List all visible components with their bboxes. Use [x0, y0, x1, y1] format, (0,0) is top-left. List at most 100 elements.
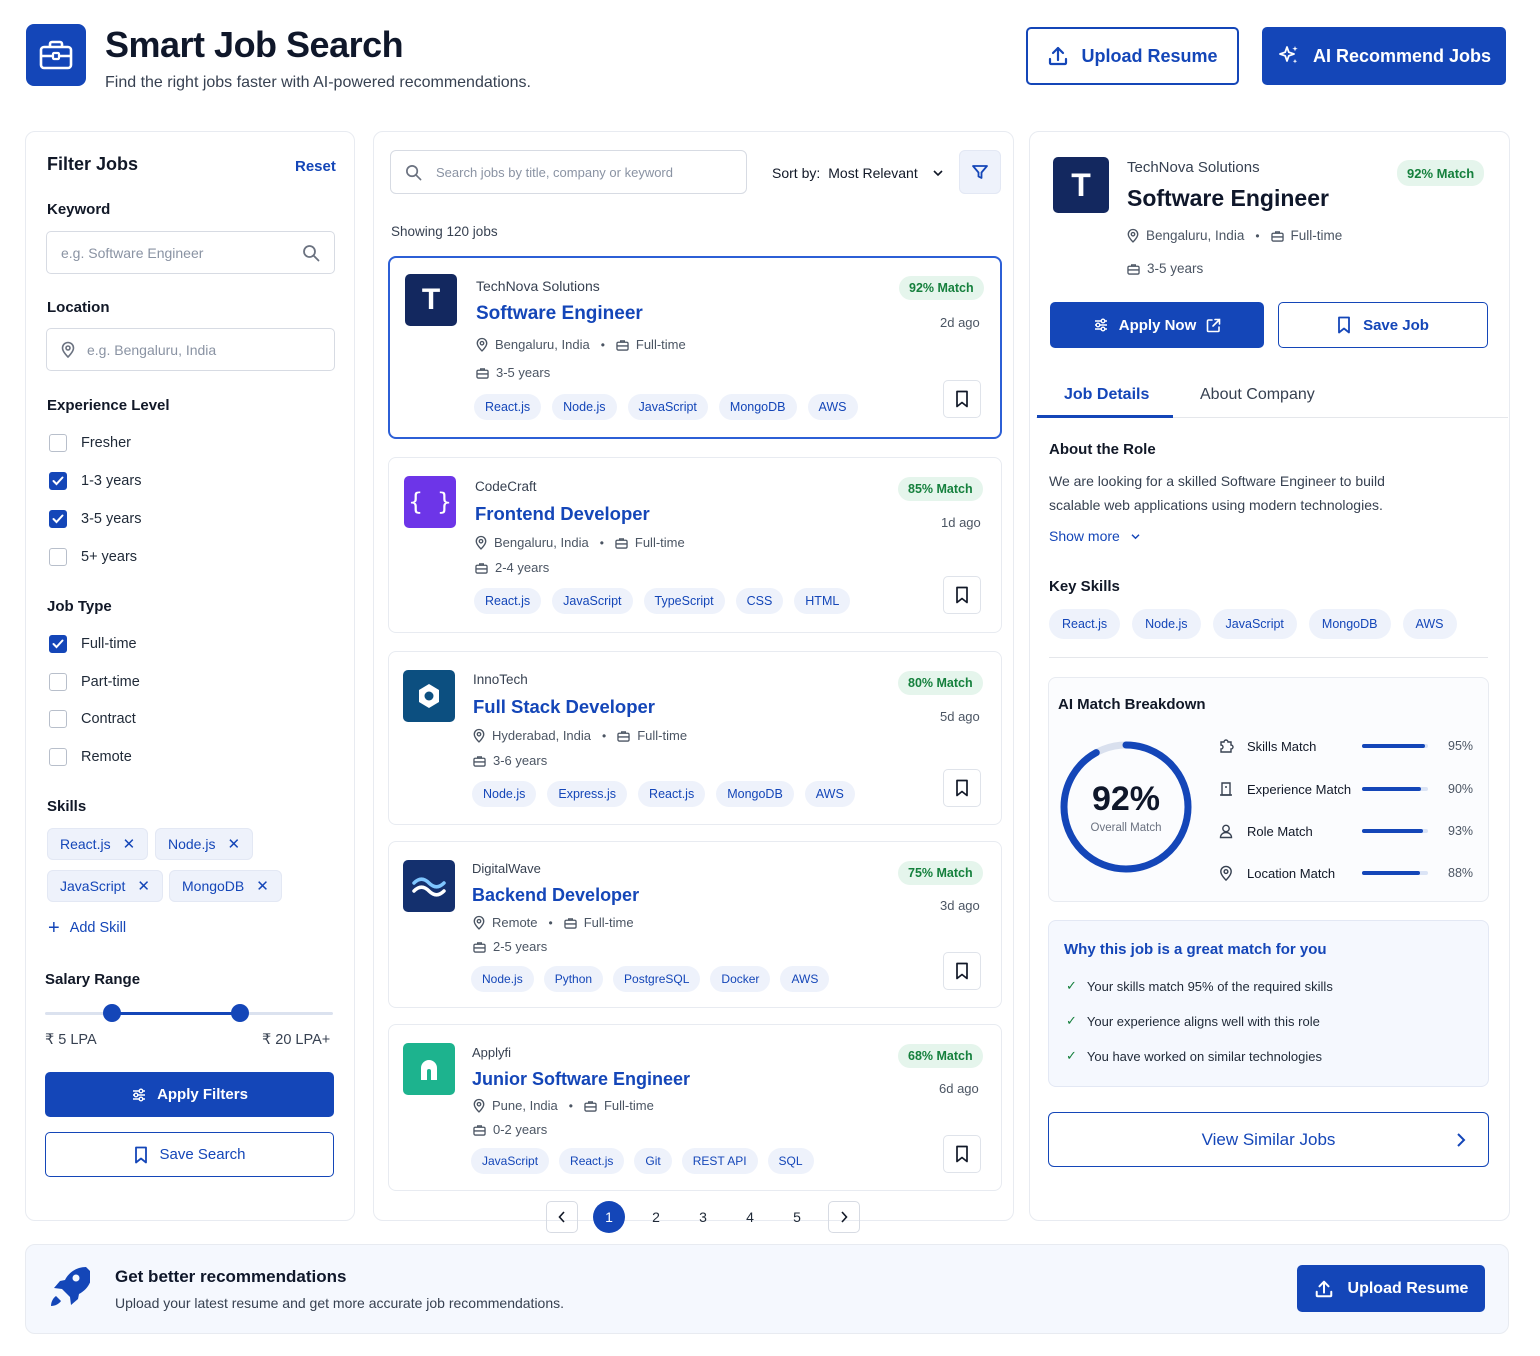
ai-recommend-button[interactable]: AI Recommend Jobs — [1262, 27, 1506, 85]
checkbox[interactable] — [49, 548, 67, 566]
remove-icon[interactable]: ✕ — [227, 835, 240, 853]
company-logo: { } — [404, 476, 456, 528]
plus-icon: + — [48, 917, 60, 939]
page-button-5[interactable]: 5 — [781, 1201, 813, 1233]
pagination: 1 2 3 4 5 — [546, 1201, 860, 1233]
banner-upload-resume-button[interactable]: Upload Resume — [1297, 1265, 1485, 1312]
upload-resume-button[interactable]: Upload Resume — [1026, 27, 1239, 85]
briefcase-icon — [473, 1124, 486, 1136]
next-page-button[interactable] — [828, 1201, 860, 1233]
check-icon — [52, 639, 64, 649]
salary-min-handle[interactable] — [103, 1004, 121, 1022]
job-title[interactable]: Full Stack Developer — [473, 696, 655, 718]
keyword-placeholder: e.g. Software Engineer — [61, 244, 204, 261]
company-logo: T — [405, 274, 457, 326]
show-more-link[interactable]: Show more — [1049, 528, 1141, 544]
job-experience: 3-5 years — [476, 365, 550, 380]
bookmark-icon — [134, 1146, 147, 1163]
external-link-icon — [1206, 318, 1221, 332]
job-experience: 2-5 years — [473, 939, 547, 954]
job-search-input[interactable]: Search jobs by title, company or keyword — [390, 150, 747, 194]
progress-bar — [1362, 787, 1428, 791]
apply-filters-button[interactable]: Apply Filters — [45, 1072, 334, 1117]
job-title[interactable]: Frontend Developer — [475, 503, 650, 525]
checkbox[interactable] — [49, 747, 67, 766]
chevron-left-icon — [558, 1211, 565, 1223]
filter-toggle-button[interactable] — [959, 150, 1001, 194]
tag: AWS — [780, 966, 830, 992]
tab-about-company[interactable]: About Company — [1200, 386, 1315, 404]
apply-now-button[interactable]: Apply Now — [1050, 302, 1264, 348]
pin-icon — [1220, 865, 1232, 881]
page-button-2[interactable]: 2 — [640, 1201, 672, 1233]
keyword-input[interactable]: e.g. Software Engineer — [46, 231, 335, 274]
progress-bar — [1362, 871, 1428, 875]
jobtype-option-contract[interactable]: Contract — [49, 710, 140, 728]
save-search-button[interactable]: Save Search — [45, 1132, 334, 1177]
skill-chip: JavaScript ✕ — [47, 870, 163, 902]
detail-company-name: TechNova Solutions — [1127, 159, 1260, 176]
view-similar-jobs-button[interactable]: View Similar Jobs — [1048, 1112, 1489, 1167]
job-title[interactable]: Backend Developer — [472, 885, 639, 906]
jobtype-option-fulltime[interactable]: Full-time — [49, 635, 140, 653]
checkbox-checked[interactable] — [49, 635, 67, 653]
bookmark-button[interactable] — [943, 769, 981, 807]
location-input[interactable]: e.g. Bengaluru, India — [46, 328, 335, 371]
save-job-button[interactable]: Save Job — [1278, 302, 1488, 348]
page-button-3[interactable]: 3 — [687, 1201, 719, 1233]
remove-icon[interactable]: ✕ — [256, 877, 269, 895]
salary-max-handle[interactable] — [231, 1004, 249, 1022]
wave-icon — [412, 877, 446, 897]
experience-option-3-5[interactable]: 3-5 years — [49, 510, 141, 528]
job-experience: 0-2 years — [473, 1122, 547, 1137]
chevron-right-icon — [1457, 1133, 1466, 1147]
experience-option-fresher[interactable]: Fresher — [49, 434, 141, 452]
reset-link[interactable]: Reset — [295, 158, 336, 175]
job-experience: 2-4 years — [475, 560, 549, 575]
bookmark-button[interactable] — [943, 952, 981, 990]
checkbox[interactable] — [49, 672, 67, 691]
jobtype-option-remote[interactable]: Remote — [49, 747, 140, 766]
remove-icon[interactable]: ✕ — [137, 877, 150, 895]
sort-label: Sort by: — [772, 165, 821, 181]
tag: PostgreSQL — [613, 966, 701, 992]
page-button-1[interactable]: 1 — [593, 1201, 625, 1233]
remove-icon[interactable]: ✕ — [123, 835, 136, 853]
prev-page-button[interactable] — [546, 1201, 578, 1233]
experience-options: Fresher 1-3 years 3-5 years 5+ years — [49, 434, 141, 566]
job-tags: JavaScript React.js Git REST API SQL — [471, 1148, 814, 1174]
add-skill-button[interactable]: + Add Skill — [48, 917, 126, 939]
key-skills-heading: Key Skills — [1049, 578, 1120, 595]
job-title[interactable]: Junior Software Engineer — [472, 1069, 690, 1090]
tag: React.js — [474, 394, 542, 420]
job-title[interactable]: Software Engineer — [476, 303, 643, 325]
tag: AWS — [804, 781, 855, 807]
tag: React.js — [474, 588, 542, 614]
tag: React.js — [1049, 609, 1121, 639]
sort-dropdown[interactable]: Sort by: Most Relevant — [772, 165, 944, 181]
briefcase-icon — [617, 730, 630, 742]
jobtype-option-parttime[interactable]: Part-time — [49, 672, 140, 691]
keyword-label: Keyword — [47, 201, 111, 218]
tag: React.js — [638, 781, 706, 807]
company-logo — [403, 860, 455, 912]
tab-job-details[interactable]: Job Details — [1064, 386, 1149, 404]
experience-option-5plus[interactable]: 5+ years — [49, 548, 141, 566]
checkbox-checked[interactable] — [49, 472, 67, 490]
tag: Git — [634, 1148, 672, 1174]
bookmark-button[interactable] — [943, 380, 981, 418]
posted-time: 1d ago — [941, 515, 981, 530]
checkbox-checked[interactable] — [49, 510, 67, 528]
checkbox[interactable] — [49, 434, 67, 452]
bookmark-button[interactable] — [943, 576, 981, 614]
divider — [1049, 657, 1488, 658]
page-button-4[interactable]: 4 — [734, 1201, 766, 1233]
experience-option-1-3[interactable]: 1-3 years — [49, 472, 141, 490]
recommendation-banner — [25, 1244, 1509, 1334]
location-pin-icon — [1127, 228, 1139, 243]
sliders-icon — [1094, 318, 1107, 332]
match-badge: 80% Match — [898, 671, 983, 695]
bookmark-button[interactable] — [943, 1135, 981, 1173]
briefcase-icon — [475, 562, 488, 574]
checkbox[interactable] — [49, 710, 67, 728]
